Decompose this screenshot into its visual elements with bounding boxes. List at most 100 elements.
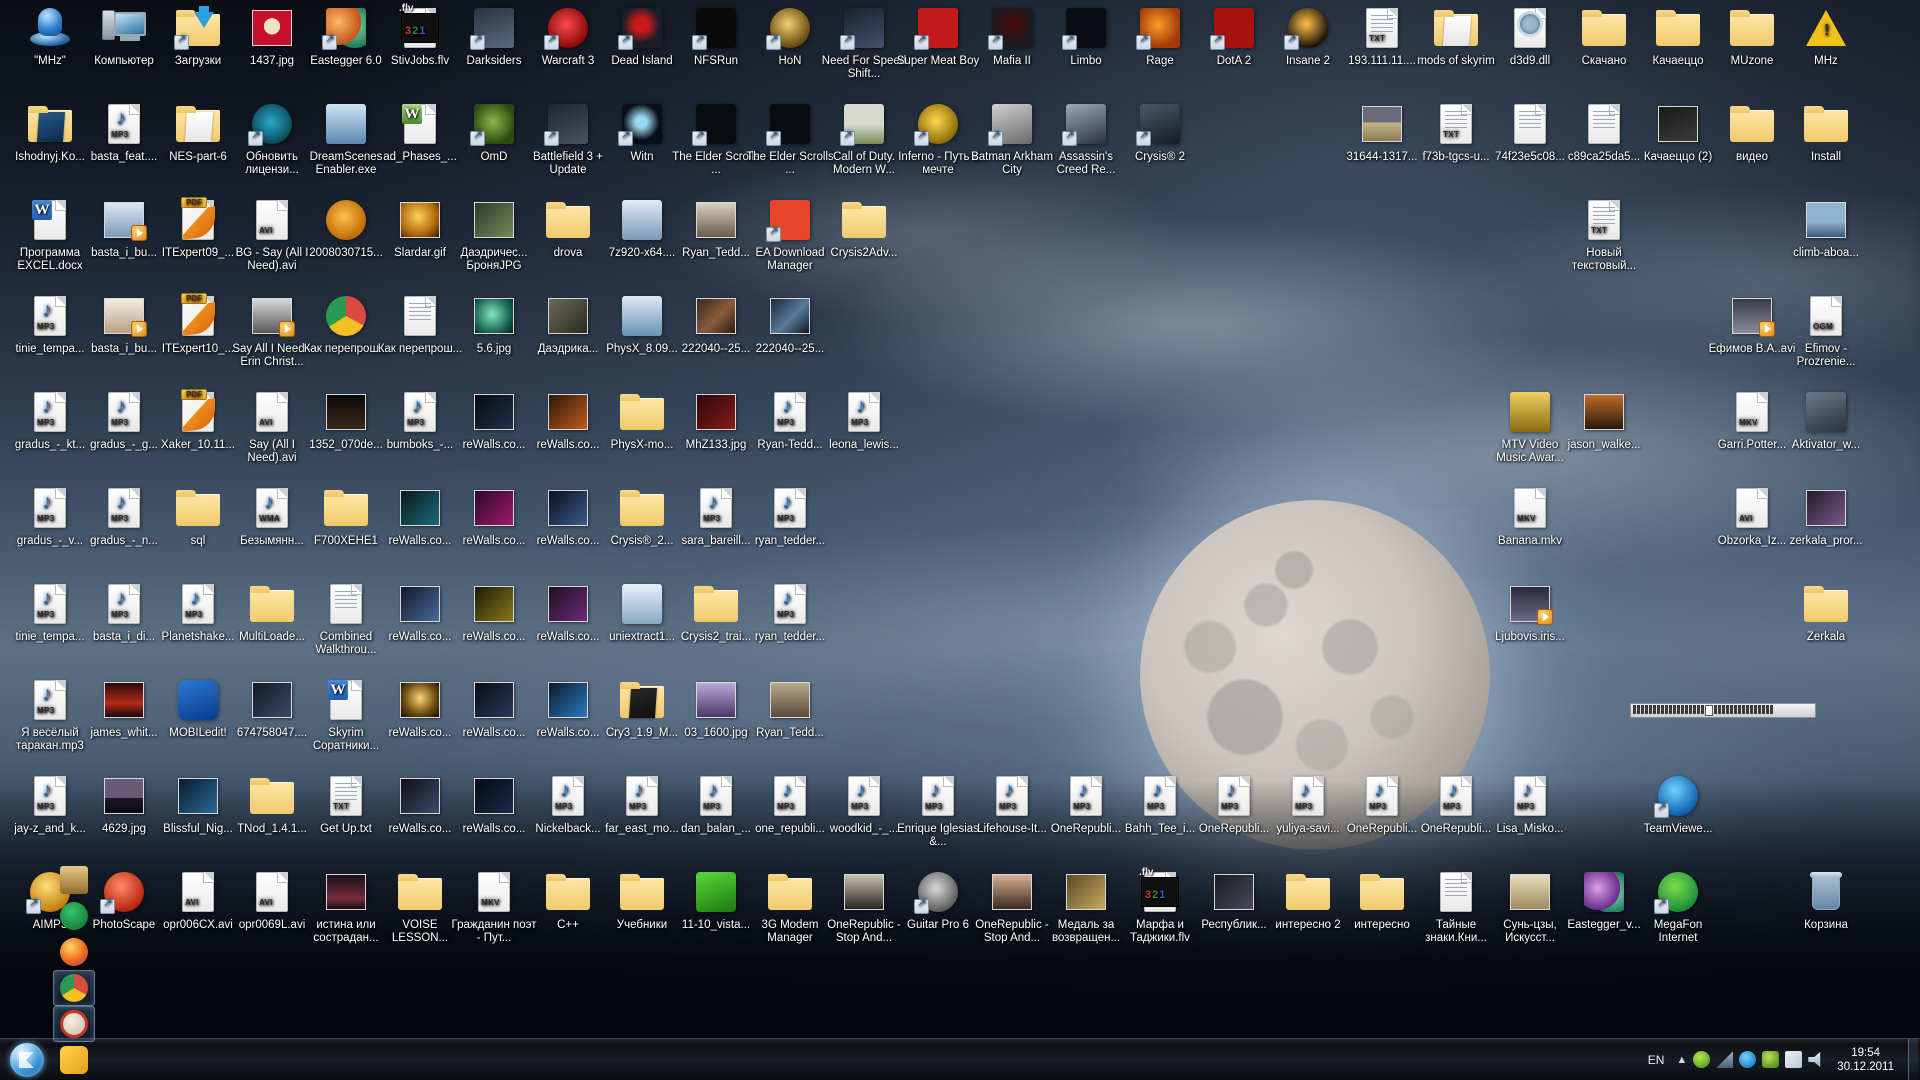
desktop-icon[interactable]: ♪ MP3 ryan_tedder... bbox=[746, 580, 834, 644]
desktop-root[interactable]: "MHz"КомпьютерЗагрузки1437.jpgEastegger … bbox=[0, 0, 1920, 1080]
equalizer-bar bbox=[1649, 705, 1652, 714]
video-mtv-icon bbox=[1506, 388, 1554, 436]
show-desktop-button[interactable] bbox=[1908, 1039, 1918, 1080]
desktop-icon-label: MHz bbox=[1814, 55, 1838, 67]
taskbar-opera-icon bbox=[60, 1009, 88, 1038]
desktop-icon[interactable]: Ljubovis.iris... bbox=[1486, 580, 1574, 644]
folder-icon bbox=[544, 196, 592, 244]
desktop-icon[interactable]: ♪ MP3 leona_lewis... bbox=[820, 388, 908, 452]
tray-teamviewer-icon[interactable] bbox=[1739, 1051, 1757, 1068]
desktop-icon-label: Install bbox=[1810, 151, 1842, 163]
play-badge-icon bbox=[279, 321, 295, 337]
desktop-icon-label: jason_walke... bbox=[1567, 439, 1641, 451]
desktop-icon[interactable]: Корзина bbox=[1782, 868, 1870, 932]
game-hon-icon bbox=[766, 4, 814, 52]
folder-icon bbox=[248, 580, 296, 628]
system-tray[interactable]: EN ▲ 19:54 30.12.2011 bbox=[1642, 1039, 1920, 1080]
desktop-icon-label: leona_lewis... bbox=[829, 439, 899, 451]
mkv-icon: MKV bbox=[1728, 388, 1776, 436]
language-indicator[interactable]: EN bbox=[1642, 1051, 1671, 1069]
desktop-icon[interactable]: Ryan_Tedd... bbox=[746, 676, 834, 740]
video-thumb2-icon bbox=[100, 292, 148, 340]
tray-eset-icon[interactable] bbox=[1693, 1051, 1711, 1068]
desktop-icon-label: 222040--25... bbox=[755, 343, 825, 355]
mp3-icon: ♪ MP3 bbox=[26, 676, 74, 724]
tray-flag-icon[interactable] bbox=[1785, 1051, 1803, 1068]
taskbar-chrome[interactable] bbox=[53, 969, 95, 1006]
desktop-icon[interactable]: ! MHz bbox=[1782, 4, 1870, 68]
image-soldier-icon bbox=[544, 292, 592, 340]
equalizer-bar bbox=[1653, 705, 1656, 714]
game-assassins-icon bbox=[1062, 100, 1110, 148]
equalizer-bar bbox=[1645, 705, 1648, 714]
shortcut-blue-knob-icon bbox=[26, 4, 74, 52]
desktop-icon[interactable]: MegaFon Internet bbox=[1634, 868, 1722, 945]
desktop-icon[interactable]: Install bbox=[1782, 100, 1870, 164]
taskbar[interactable]: EN ▲ 19:54 30.12.2011 bbox=[0, 865, 1920, 1080]
start-button[interactable] bbox=[2, 1040, 52, 1080]
folder-icon bbox=[396, 868, 444, 916]
desktop-icon[interactable]: Aktivator_w... bbox=[1782, 388, 1870, 452]
shortcut-arrow-icon bbox=[988, 33, 1003, 50]
taskbar-firefox[interactable] bbox=[53, 934, 95, 970]
desktop-icon[interactable]: Crysis2Adv... bbox=[820, 196, 908, 260]
desktop-icon[interactable]: Zerkala bbox=[1782, 580, 1870, 644]
desktop-icon-label: Aktivator_w... bbox=[1791, 439, 1861, 451]
chevron-up-icon[interactable]: ▲ bbox=[1676, 1054, 1687, 1066]
mp3-icon: ♪ MP3 bbox=[766, 484, 814, 532]
image-wall4-icon bbox=[396, 484, 444, 532]
image-film2-icon bbox=[174, 772, 222, 820]
clock[interactable]: 19:54 30.12.2011 bbox=[1831, 1046, 1902, 1074]
equalizer-cursor[interactable] bbox=[1705, 705, 1713, 716]
desktop-icon[interactable]: Crysis® 2 bbox=[1116, 100, 1204, 164]
tray-network-icon[interactable] bbox=[1716, 1051, 1734, 1068]
media-equalizer-strip[interactable] bbox=[1630, 703, 1816, 718]
tray-volume-icon[interactable] bbox=[1808, 1051, 1821, 1068]
image-band-icon bbox=[692, 676, 740, 724]
shortcut-arrow-icon bbox=[174, 33, 189, 50]
image-wall12-icon bbox=[544, 676, 592, 724]
taskbar-opera[interactable] bbox=[53, 1005, 95, 1042]
desktop-icon[interactable]: jason_walke... bbox=[1560, 388, 1648, 452]
shortcut-arrow-icon bbox=[322, 33, 337, 50]
mp3-icon: ♪ MP3 bbox=[1358, 772, 1406, 820]
shortcut-arrow-icon bbox=[618, 129, 633, 146]
shortcut-arrow-icon bbox=[544, 33, 559, 50]
desktop-icon[interactable]: ♪ MP3 Lisa_Misko... bbox=[1486, 772, 1574, 836]
image-album-icon bbox=[692, 196, 740, 244]
desktop-icon[interactable]: ♪ MP3 ryan_tedder... bbox=[746, 484, 834, 548]
tray-nvidia-icon[interactable] bbox=[1762, 1051, 1780, 1068]
equalizer-bar bbox=[1722, 705, 1725, 714]
shortcut-arrow-icon bbox=[544, 129, 559, 146]
desktop-icon[interactable]: OGM Efimov - Prozrenie... bbox=[1782, 292, 1870, 369]
desktop-icon[interactable]: TeamViewe... bbox=[1634, 772, 1722, 836]
taskbar-skype[interactable] bbox=[53, 1042, 95, 1078]
desktop-icon-grid[interactable]: "MHz"КомпьютерЗагрузки1437.jpgEastegger … bbox=[0, 0, 1920, 1080]
desktop-icon-label: Ljubovis.iris... bbox=[1495, 631, 1565, 643]
taskbar-skype-icon bbox=[60, 1045, 88, 1074]
app-eggs2-icon bbox=[1580, 868, 1628, 916]
image-wall3-icon bbox=[692, 388, 740, 436]
equalizer-bar bbox=[1657, 705, 1660, 714]
desktop-icon[interactable]: TXT Новый текстовый... bbox=[1560, 196, 1648, 273]
shortcut-arrow-icon bbox=[914, 897, 929, 914]
desktop-icon[interactable]: climb-aboa... bbox=[1782, 196, 1870, 260]
image-wall10-icon bbox=[396, 676, 444, 724]
desktop-icon-label: Efimov - Prozrenie... bbox=[1796, 343, 1856, 368]
equalizer-bar bbox=[1689, 705, 1692, 714]
taskbar-utorrent[interactable] bbox=[53, 898, 95, 934]
image-armor-icon bbox=[470, 196, 518, 244]
equalizer-bar bbox=[1693, 705, 1696, 714]
app-photoscape-icon bbox=[100, 868, 148, 916]
mp3-icon: ♪ MP3 bbox=[100, 388, 148, 436]
desktop-icon[interactable]: MKV Banana.mkv bbox=[1486, 484, 1574, 548]
clock-date: 30.12.2011 bbox=[1837, 1060, 1894, 1073]
game-deadisland-icon bbox=[618, 4, 666, 52]
shortcut-arrow-icon bbox=[1654, 897, 1669, 914]
desktop-icon[interactable]: zerkala_pror... bbox=[1782, 484, 1870, 548]
desktop-icon[interactable]: 222040--25... bbox=[746, 292, 834, 356]
taskbar-pinned-area[interactable] bbox=[52, 862, 96, 1080]
taskbar-winamp[interactable] bbox=[53, 862, 95, 898]
equalizer-bars bbox=[1631, 705, 1775, 716]
app-guitarpro-icon bbox=[914, 868, 962, 916]
